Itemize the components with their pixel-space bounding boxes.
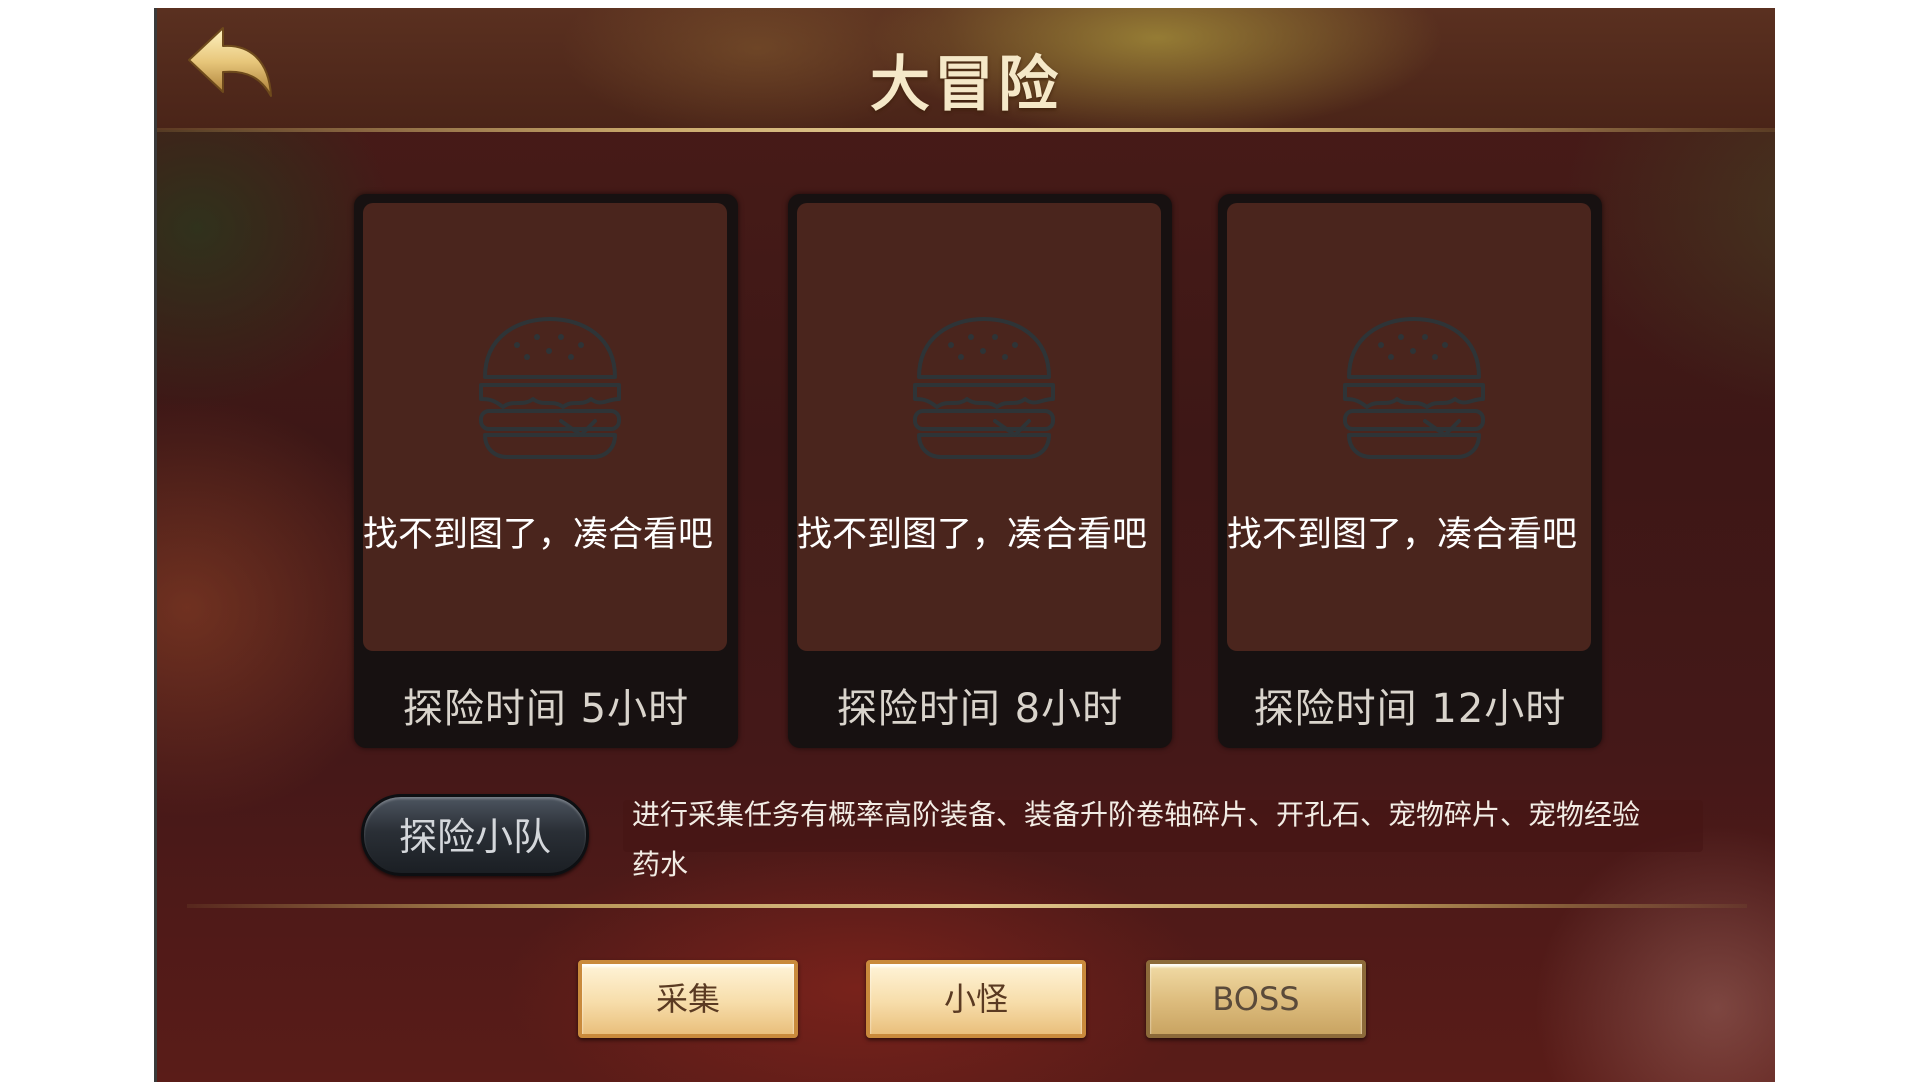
card-image [363,203,727,651]
tab-boss[interactable]: BOSS [1146,960,1366,1038]
adventure-card-8h[interactable]: 找不到图了，凑合看吧 探险时间 8小时 [788,194,1172,748]
bottom-divider [187,904,1747,908]
tab-gather[interactable]: 采集 [578,960,798,1038]
header-divider [157,128,1775,132]
reward-description: 进行采集任务有概率高阶装备、装备升阶卷轴碎片、开孔石、宠物碎片、宠物经验药水 [632,798,1641,881]
adventure-card-5h[interactable]: 找不到图了，凑合看吧 探险时间 5小时 [354,194,738,748]
adventure-duration: 探险时间 12小时 [1253,686,1567,732]
adventure-duration: 探险时间 8小时 [836,686,1124,732]
tab-minion[interactable]: 小怪 [866,960,1086,1038]
image-placeholder-text: 找不到图了，凑合看吧 [796,515,1147,555]
header-bar: 大冒险 [157,8,1775,130]
adventure-duration: 探险时间 5小时 [402,686,690,732]
burger-icon [913,317,1055,459]
adventure-window: 大冒险 找不到图了，凑合看吧 探险时间 5小时 找不到图了，凑合看吧 探险时间 … [154,8,1775,1082]
image-placeholder-text: 找不到图了，凑合看吧 [1226,515,1577,555]
adventure-card-12h[interactable]: 找不到图了，凑合看吧 探险时间 12小时 [1218,194,1602,748]
burger-icon [479,317,621,459]
burger-icon [1343,317,1485,459]
card-image [1227,203,1591,651]
expedition-team-button[interactable]: 探险小队 [361,794,589,876]
card-image [797,203,1161,651]
image-placeholder-text: 找不到图了，凑合看吧 [362,515,713,555]
page-title: 大冒险 [870,50,1062,120]
